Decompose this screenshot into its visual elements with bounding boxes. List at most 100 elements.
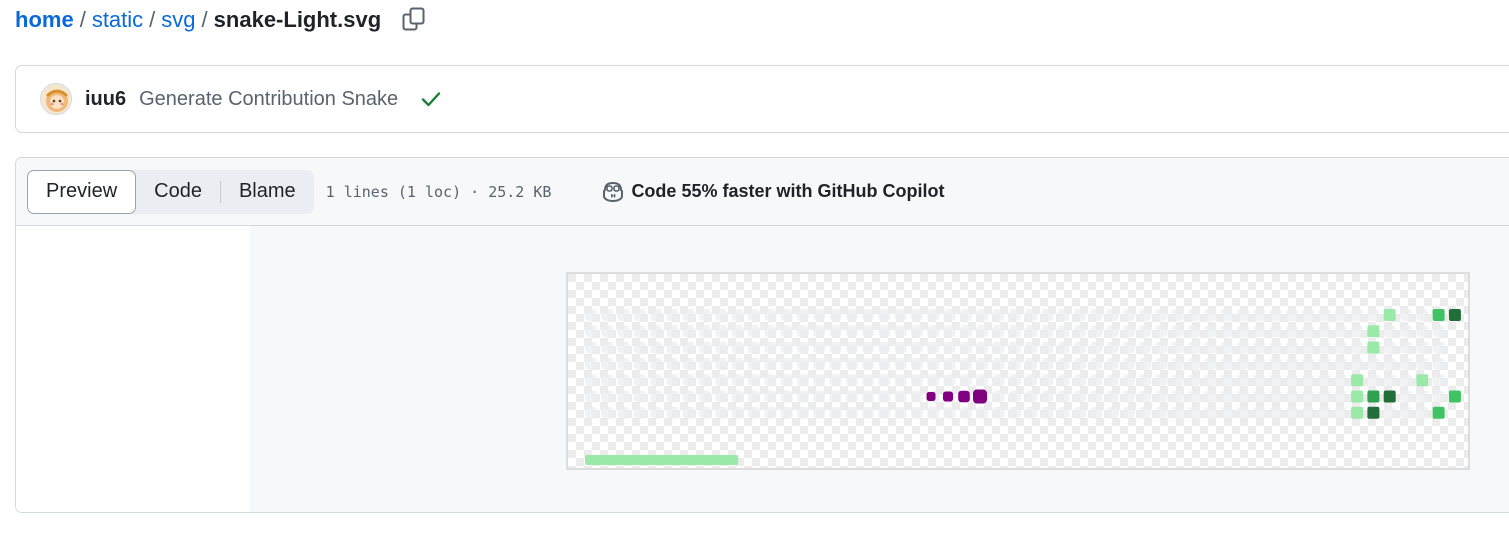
contribution-cell (1074, 341, 1086, 354)
contribution-cell (1155, 374, 1168, 387)
contribution-cell (976, 406, 989, 419)
contribution-cell (813, 374, 826, 387)
check-icon[interactable] (420, 88, 442, 110)
contribution-cell (666, 325, 679, 338)
contribution-cell (1041, 374, 1054, 387)
contribution-cell (1025, 406, 1038, 419)
contribution-cell (1106, 406, 1119, 419)
contribution-cell (1237, 309, 1249, 321)
latest-commit-box: iuu6 Generate Contribution Snake (15, 65, 1509, 133)
contribution-cell (1041, 325, 1054, 338)
contribution-cell (1008, 390, 1021, 403)
contribution-cell (796, 374, 809, 387)
commit-message-link[interactable]: Generate Contribution Snake (139, 88, 398, 111)
tab-code[interactable]: Code (136, 170, 220, 214)
contribution-cell (1285, 406, 1298, 419)
contribution-cell (748, 341, 760, 354)
contribution-cell (1351, 309, 1364, 321)
contribution-cell (959, 325, 972, 338)
contribution-cell (862, 357, 875, 370)
contribution-cell (731, 406, 744, 419)
contribution-cell (1188, 406, 1201, 419)
contribution-cell (1253, 357, 1266, 370)
contribution-cell (1041, 341, 1054, 354)
contribution-cell (731, 374, 744, 387)
contribution-cell (862, 390, 875, 403)
contribution-cell (1171, 406, 1184, 419)
contribution-cell (731, 357, 744, 370)
contribution-cell (1188, 374, 1201, 387)
contribution-cell (1220, 341, 1233, 354)
contribution-cell (715, 325, 728, 338)
contribution-cell (1400, 309, 1412, 321)
commit-author-link[interactable]: iuu6 (85, 88, 126, 111)
contribution-cell (796, 406, 809, 419)
contribution-cell (1220, 374, 1233, 387)
contribution-cell (1041, 309, 1054, 321)
contribution-cell (1188, 357, 1201, 370)
contribution-cell (1122, 374, 1135, 387)
contribution-cell (862, 406, 875, 419)
contribution-cell (1057, 390, 1070, 403)
contribution-cell (1302, 309, 1315, 321)
contribution-cell (633, 357, 646, 370)
contribution-cell (1204, 341, 1217, 354)
contribution-cell (813, 390, 826, 403)
breadcrumb-home-link[interactable]: home (15, 5, 74, 35)
contribution-cell (845, 309, 858, 321)
contribution-cell (585, 325, 597, 338)
contribution-cell (1269, 357, 1282, 370)
contribution-cell (992, 390, 1005, 403)
contribution-cell (813, 309, 826, 321)
contribution-cell (959, 341, 972, 354)
contribution-cell (943, 374, 956, 387)
contribution-cell (1041, 406, 1054, 419)
contribution-cell (1416, 406, 1429, 419)
breadcrumb-svg-link[interactable]: svg (161, 5, 195, 35)
contribution-cell (1237, 341, 1249, 354)
contribution-cell (1383, 374, 1396, 387)
avatar[interactable] (40, 83, 72, 115)
contribution-cell (715, 374, 728, 387)
contribution-cell (1285, 357, 1298, 370)
contribution-cell (1008, 357, 1021, 370)
contribution-cell (1204, 374, 1217, 387)
contribution-cell (1106, 357, 1119, 370)
contribution-cell (878, 406, 891, 419)
line-gutter (16, 226, 250, 512)
snake-progress-bar (585, 455, 739, 465)
contribution-cell (682, 390, 695, 403)
contribution-cell (699, 390, 712, 403)
contribution-cell (1139, 341, 1152, 354)
contribution-cell (601, 341, 614, 354)
contribution-cell (1025, 390, 1038, 403)
contribution-cell (1269, 374, 1282, 387)
contribution-cell (1188, 390, 1201, 403)
snake-contribution-image (568, 274, 1468, 468)
copilot-promo-link[interactable]: Code 55% faster with GitHub Copilot (601, 180, 944, 204)
contribution-cell (976, 357, 989, 370)
contribution-cell (1122, 406, 1135, 419)
contribution-cell (1237, 357, 1249, 370)
tab-blame[interactable]: Blame (221, 170, 314, 214)
copy-path-button[interactable] (401, 6, 427, 34)
contribution-cell (862, 309, 875, 321)
contribution-cell (1416, 374, 1429, 387)
contribution-cell (911, 325, 923, 338)
breadcrumb-separator: / (149, 7, 156, 32)
tab-preview[interactable]: Preview (27, 169, 137, 214)
contribution-cell (1285, 390, 1298, 403)
contribution-cell (1416, 341, 1429, 354)
contribution-cell (1090, 341, 1103, 354)
contribution-cell (976, 341, 989, 354)
breadcrumb-static-link[interactable]: static (92, 5, 143, 35)
contribution-cell (1155, 357, 1168, 370)
contribution-cell (845, 341, 858, 354)
svg-preview-area (250, 226, 1509, 512)
contribution-cell (1008, 374, 1021, 387)
contribution-cell (1318, 390, 1331, 403)
file-content (16, 226, 1509, 512)
contribution-cell (878, 357, 891, 370)
contribution-cell (1106, 374, 1119, 387)
contribution-cell (1139, 325, 1152, 338)
